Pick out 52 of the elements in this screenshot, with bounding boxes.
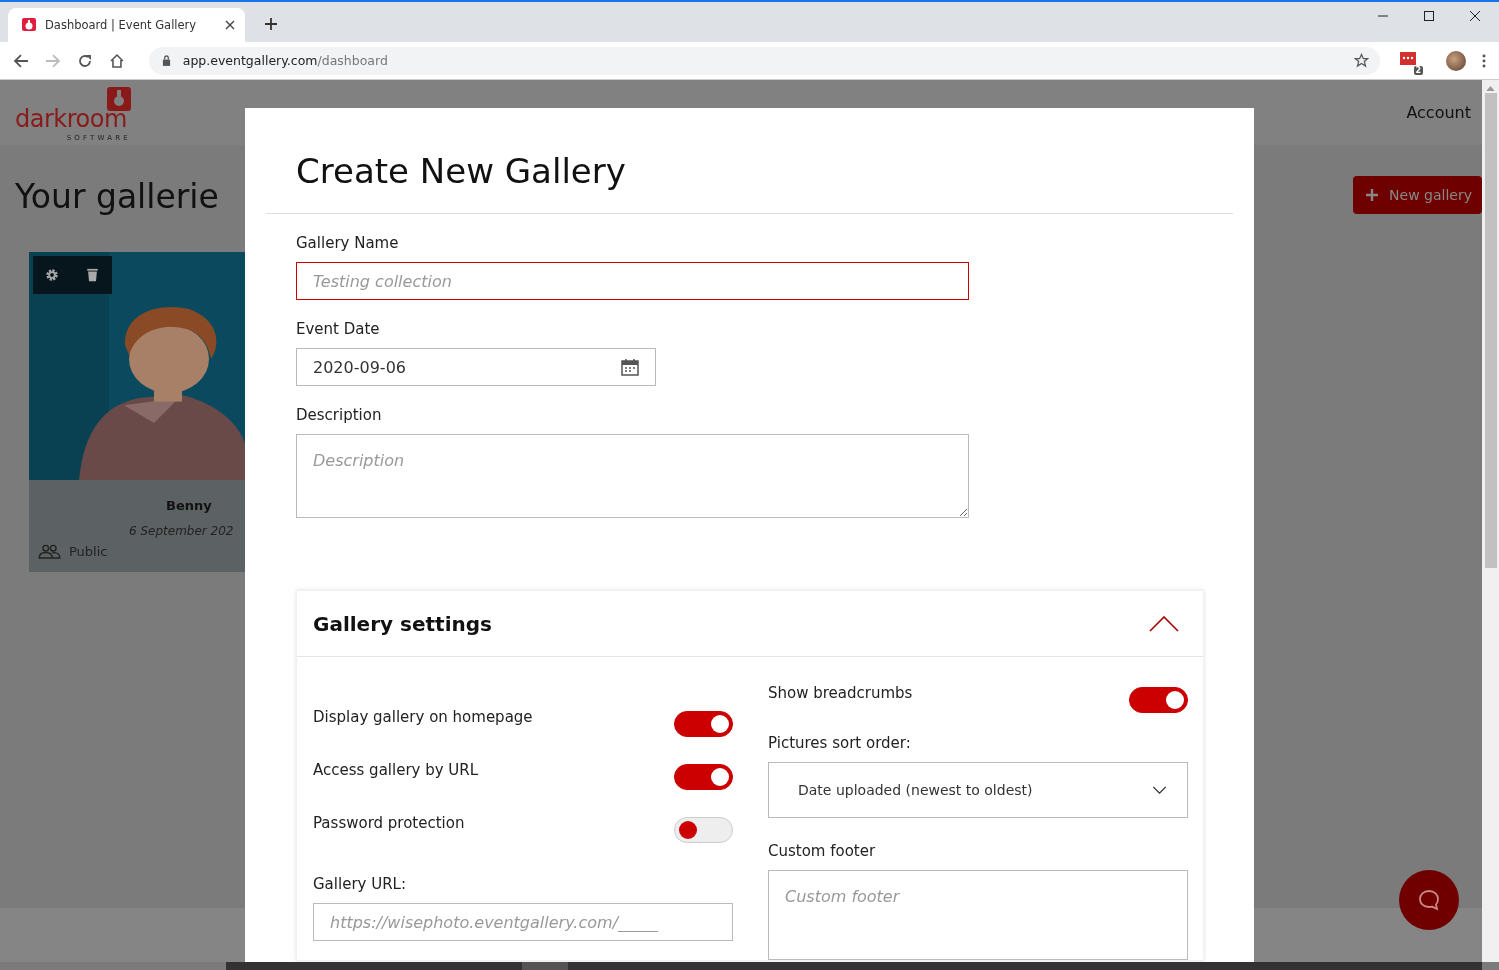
new-tab-icon[interactable] [264, 17, 278, 31]
tab-title: Dashboard | Event Gallery [45, 18, 198, 32]
account-menu[interactable]: Account [1406, 103, 1471, 122]
field-label: Event Date [296, 320, 381, 338]
new-gallery-button[interactable]: New gallery [1353, 175, 1482, 214]
toggle-label: Access gallery by URL [313, 761, 479, 779]
field-label: Gallery URL: [313, 875, 407, 893]
calendar-icon[interactable] [621, 358, 639, 376]
close-icon[interactable] [225, 20, 235, 30]
bulb-logo-icon [21, 17, 37, 33]
description-field[interactable]: Description [296, 434, 969, 518]
field-label: Custom footer [768, 842, 877, 860]
toggle-label: Show breadcrumbs [768, 684, 913, 702]
menu-icon[interactable] [1482, 52, 1486, 69]
gallery-name: Benny [166, 498, 212, 513]
toggle-label: Display gallery on homepage [313, 708, 533, 726]
chat-button[interactable] [1399, 870, 1459, 930]
event-date-field[interactable]: 2020-09-06 [296, 348, 656, 386]
reload-icon[interactable] [76, 52, 93, 69]
back-icon[interactable] [13, 52, 29, 69]
url-text: app.eventgallery.com/dashboard [182, 53, 389, 68]
toggle-label: Password protection [313, 814, 465, 832]
chevron-down-icon [1152, 786, 1167, 794]
people-icon [38, 544, 61, 559]
home-icon[interactable] [108, 52, 125, 69]
chat-bubble-icon [1417, 888, 1441, 912]
browser-tab[interactable]: Dashboard | Event Gallery [8, 8, 245, 42]
star-icon[interactable] [1354, 53, 1370, 68]
close-icon[interactable] [1469, 10, 1481, 22]
address-bar[interactable]: app.eventgallery.com/dashboard [148, 46, 1381, 75]
gallery-url-field[interactable]: https://wisephoto.eventgallery.com/_____ [313, 903, 733, 941]
sort-order-dropdown[interactable]: Date uploaded (newest to oldest) [768, 762, 1188, 818]
field-label: Description [296, 406, 383, 424]
field-label: Gallery Name [296, 234, 400, 252]
custom-footer-field[interactable]: Custom footer [768, 870, 1188, 960]
settings-icon[interactable] [45, 268, 59, 282]
settings-title: Gallery settings [313, 611, 492, 636]
page-heading: Your gallerie [15, 177, 219, 216]
visibility-label: Public [69, 544, 108, 559]
maximize-icon[interactable] [1423, 10, 1435, 22]
toggle-switch[interactable] [674, 711, 733, 737]
field-label: Pictures sort order: [768, 734, 912, 752]
plus-icon [1365, 187, 1380, 202]
trash-icon[interactable] [87, 268, 98, 282]
chevron-up-icon[interactable] [1149, 615, 1179, 632]
gallery-name-field[interactable]: Testing collection [296, 262, 969, 300]
toggle-switch[interactable] [674, 764, 733, 790]
profile-avatar[interactable] [1446, 50, 1466, 71]
toggle-switch[interactable] [1129, 687, 1188, 713]
gallery-date: 6 September 202 [129, 524, 234, 538]
dialog-title: Create New Gallery [266, 108, 1233, 214]
lock-icon [161, 55, 171, 66]
